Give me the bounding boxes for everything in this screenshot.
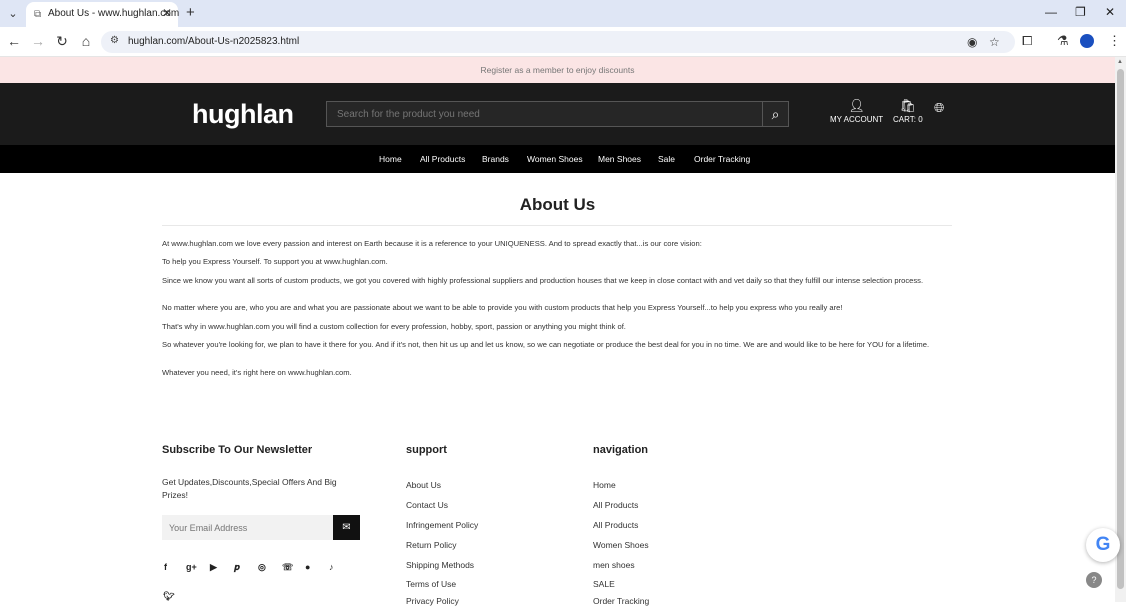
home-icon[interactable]: ⌂ xyxy=(77,33,95,49)
shopping-bag-icon: 🛍︎ xyxy=(899,98,917,113)
window-close-icon[interactable]: ✕ xyxy=(1105,5,1115,19)
page-title: About Us xyxy=(519,195,596,214)
footer-nav-all-products[interactable]: All Products xyxy=(593,500,638,510)
help-icon[interactable]: ? xyxy=(1086,572,1102,588)
tiktok-icon[interactable]: ♪ xyxy=(329,562,334,572)
google-plus-icon[interactable]: g+ xyxy=(186,562,197,572)
about-paragraph: Since we know you want all sorts of cust… xyxy=(162,276,924,285)
footer-link-return-policy[interactable]: Return Policy xyxy=(406,540,457,550)
line-icon[interactable]: ● xyxy=(305,562,310,572)
about-paragraph: To help you Express Yourself. To support… xyxy=(162,257,388,266)
menu-dots-icon[interactable]: ⋮ xyxy=(1108,33,1121,49)
about-paragraph: No matter where you are, who you are and… xyxy=(162,303,843,312)
email-input[interactable] xyxy=(162,515,333,540)
user-icon: 👤︎ xyxy=(848,98,865,113)
minimize-icon[interactable]: — xyxy=(1045,5,1057,19)
url-text[interactable]: hughlan.com/About-Us-n2025823.html xyxy=(128,36,299,47)
my-account-button[interactable]: 👤︎ MY ACCOUNT xyxy=(830,98,884,125)
footer-link-privacy-policy[interactable]: Privacy Policy xyxy=(406,596,459,606)
site-header: hughlan ⌕ 👤︎ MY ACCOUNT 🛍︎ CART: 0 🌐︎ xyxy=(0,83,1115,145)
whatsapp-icon[interactable]: ☏ xyxy=(282,562,293,573)
search-box: ⌕ xyxy=(326,101,789,127)
search-input[interactable] xyxy=(327,102,763,126)
favicon-icon: ⧉ xyxy=(34,9,42,20)
scrollbar-thumb[interactable] xyxy=(1117,69,1124,589)
promo-bar[interactable]: Register as a member to enjoy discounts xyxy=(0,57,1115,83)
nav-item-all-products[interactable]: All Products xyxy=(420,154,465,164)
browser-toolbar: ← → ↻ ⌂ ⚙ hughlan.com/About-Us-n2025823.… xyxy=(0,27,1126,57)
tab-close-icon[interactable]: ✕ xyxy=(162,6,172,20)
about-paragraph: At www.hughlan.com we love every passion… xyxy=(162,239,702,248)
search-icon[interactable]: ⌕ xyxy=(762,102,788,126)
support-heading: support xyxy=(406,444,447,456)
instagram-icon[interactable]: ◎ xyxy=(258,562,266,573)
about-paragraph: Whatever you need, it's right here on ww… xyxy=(162,368,352,377)
newsletter-heading: Subscribe To Our Newsletter xyxy=(162,444,313,456)
footer-link-terms-of-use[interactable]: Terms of Use xyxy=(406,579,456,589)
nav-item-men-shoes[interactable]: Men Shoes xyxy=(598,154,641,164)
nav-item-home[interactable]: Home xyxy=(379,154,402,164)
nav-item-sale[interactable]: Sale xyxy=(658,154,675,164)
globe-language-icon[interactable]: 🌐︎ xyxy=(934,100,944,116)
my-account-label: MY ACCOUNT xyxy=(830,115,884,124)
title-divider xyxy=(162,225,952,226)
tab-list-chevron-icon[interactable]: ⌄ xyxy=(4,5,22,23)
nav-item-order-tracking[interactable]: Order Tracking xyxy=(694,154,750,164)
facebook-icon[interactable]: f xyxy=(164,562,167,572)
footer-nav-order-tracking[interactable]: Order Tracking xyxy=(593,596,649,606)
google-translate-icon[interactable]: G xyxy=(1086,528,1120,562)
tab-title: About Us - www.hughlan.com xyxy=(48,8,180,19)
footer-nav-home[interactable]: Home xyxy=(593,480,616,490)
about-paragraph: So whatever you're looking for, we plan … xyxy=(162,340,930,349)
footer-link-about-us[interactable]: About Us xyxy=(406,480,441,490)
site-logo[interactable]: hughlan xyxy=(192,99,294,130)
navigation-heading: navigation xyxy=(593,444,649,456)
nav-item-women-shoes[interactable]: Women Shoes xyxy=(527,154,583,164)
reload-icon[interactable]: ↻ xyxy=(53,33,71,50)
extensions-puzzle-icon[interactable]: ⧠ xyxy=(1022,33,1032,49)
newsletter-form: ✉ xyxy=(162,515,360,540)
new-tab-plus-icon[interactable]: + xyxy=(186,4,195,21)
footer-link-contact-us[interactable]: Contact Us xyxy=(406,500,448,510)
cart-label: CART: 0 xyxy=(893,115,923,124)
youtube-icon[interactable]: ▶ xyxy=(210,562,217,573)
bookmark-star-icon[interactable]: ☆ xyxy=(989,35,1000,49)
main-navigation: Home All Products Brands Women Shoes Men… xyxy=(0,145,1115,173)
cart-button[interactable]: 🛍︎ CART: 0 xyxy=(893,98,923,125)
twitter-icon[interactable]: 🐦︎ xyxy=(163,591,174,602)
footer-nav-sale[interactable]: SALE xyxy=(593,579,615,589)
send-mail-icon[interactable]: ✉ xyxy=(333,515,360,540)
forward-arrow-icon[interactable]: → xyxy=(29,33,47,49)
footer-link-infringement-policy[interactable]: Infringement Policy xyxy=(406,520,478,530)
footer-nav-women-shoes[interactable]: Women Shoes xyxy=(593,540,649,550)
site-info-icon[interactable]: ⚙ xyxy=(110,35,119,46)
restore-icon[interactable]: ❐ xyxy=(1075,5,1086,19)
lab-flask-icon[interactable]: ⚗ xyxy=(1057,33,1069,49)
address-bar[interactable]: ⚙ hughlan.com/About-Us-n2025823.html ◉ ☆ xyxy=(101,31,1015,53)
nav-item-brands[interactable]: Brands xyxy=(482,154,509,164)
footer-link-shipping-methods[interactable]: Shipping Methods xyxy=(406,560,474,570)
newsletter-text: Get Updates,Discounts,Special Offers And… xyxy=(162,477,337,500)
eye-off-icon[interactable]: ◉ xyxy=(967,35,977,49)
about-paragraph: That's why in www.hughlan.com you will f… xyxy=(162,322,626,331)
footer-nav-all-products-2[interactable]: All Products xyxy=(593,520,638,530)
browser-tab-active[interactable]: ⧉ About Us - www.hughlan.com ✕ xyxy=(26,2,180,27)
footer-nav-men-shoes[interactable]: men shoes xyxy=(593,560,635,570)
profile-avatar-icon[interactable] xyxy=(1080,34,1094,48)
pinterest-icon[interactable]: 𝒑 xyxy=(234,562,240,573)
page-scrollbar[interactable]: ▲ xyxy=(1115,57,1126,602)
back-arrow-icon[interactable]: ← xyxy=(5,33,23,49)
scroll-up-arrow-icon[interactable]: ▲ xyxy=(1117,59,1123,65)
browser-tab-bar: ⌄ ⧉ About Us - www.hughlan.com ✕ + — ❐ ✕ xyxy=(0,0,1126,27)
